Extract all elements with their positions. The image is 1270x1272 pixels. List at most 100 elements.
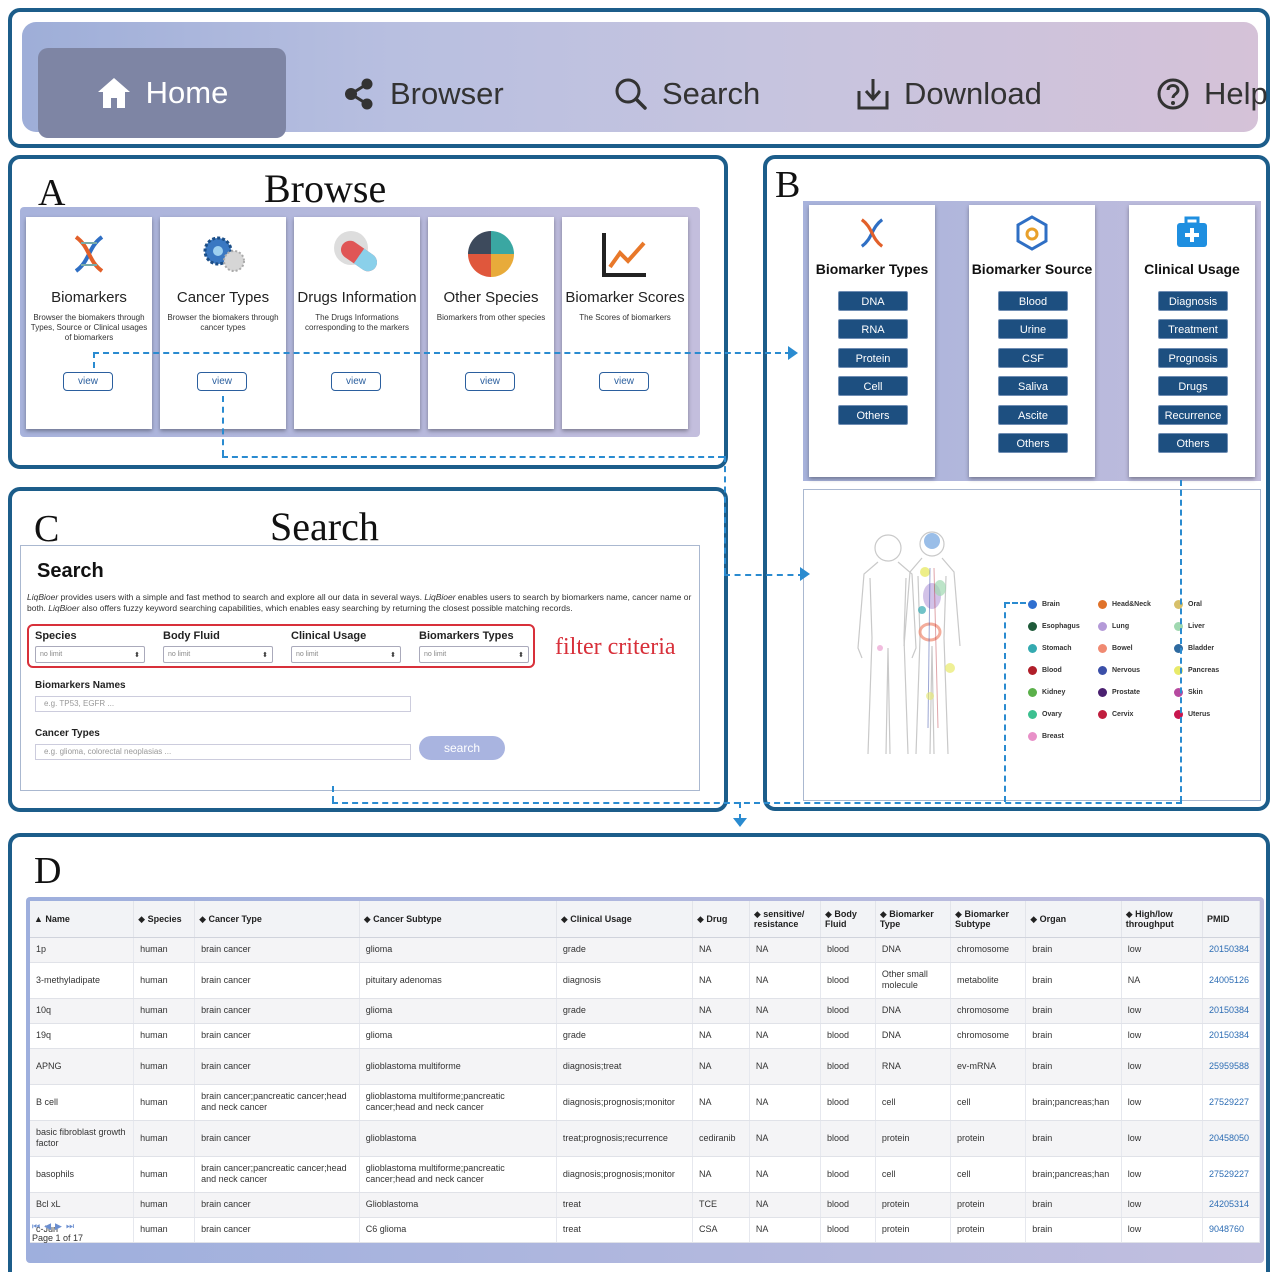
- legend-blood[interactable]: Blood: [1028, 666, 1062, 675]
- source-blood-button[interactable]: Blood: [998, 291, 1068, 311]
- table-cell: brain: [1025, 998, 1122, 1024]
- clinical-usage-select[interactable]: no limit ⬍: [291, 646, 401, 663]
- column-header[interactable]: PMID: [1202, 901, 1260, 938]
- table-row[interactable]: 1p human brain cancer glioma grade NA NA blood D…: [30, 937, 1260, 963]
- usage-prognosis-button[interactable]: Prognosis: [1158, 348, 1228, 368]
- legend-brain[interactable]: Brain: [1028, 600, 1060, 609]
- column-header[interactable]: ◆ Species: [133, 901, 196, 938]
- legend-prostate[interactable]: Prostate: [1098, 688, 1140, 697]
- table-row[interactable]: c-Jun human brain cancer C6 glioma treat CSA N…: [30, 1217, 1260, 1243]
- legend-kidney[interactable]: Kidney: [1028, 688, 1065, 697]
- legend-bowel[interactable]: Bowel: [1098, 644, 1133, 653]
- legend-oral[interactable]: Oral: [1174, 600, 1202, 609]
- pmid-link[interactable]: 24005126: [1202, 962, 1260, 999]
- view-button[interactable]: view: [197, 372, 247, 391]
- table-row[interactable]: 19q human brain cancer glioma grade NA NA blood…: [30, 1023, 1260, 1049]
- column-header[interactable]: ◆ High/low throughput: [1121, 901, 1204, 938]
- nav-download[interactable]: Download: [856, 48, 1042, 140]
- legend-ovary[interactable]: Ovary: [1028, 710, 1062, 719]
- legend-head-neck[interactable]: Head&Neck: [1098, 600, 1151, 609]
- source-urine-button[interactable]: Urine: [998, 319, 1068, 339]
- nav-help[interactable]: Help: [1156, 48, 1268, 140]
- legend-stomach[interactable]: Stomach: [1028, 644, 1072, 653]
- usage-diagnosis-button[interactable]: Diagnosis: [1158, 291, 1228, 311]
- column-header[interactable]: ◆ Organ: [1025, 901, 1122, 938]
- view-button[interactable]: view: [331, 372, 381, 391]
- pmid-link[interactable]: 20150384: [1202, 998, 1260, 1024]
- pmid-link[interactable]: 9048760: [1202, 1217, 1260, 1243]
- pmid-link[interactable]: 25959588: [1202, 1048, 1260, 1085]
- pmid-link[interactable]: 27529227: [1202, 1084, 1260, 1121]
- type-dna-button[interactable]: DNA: [838, 291, 908, 311]
- table-row[interactable]: 10q human brain cancer glioma grade NA NA blood…: [30, 998, 1260, 1024]
- column-header[interactable]: ◆ Drug: [692, 901, 750, 938]
- table-body: 1p human brain cancer glioma grade NA NA blood D…: [30, 937, 1260, 1243]
- table-cell: human: [133, 1084, 196, 1121]
- source-csf-button[interactable]: CSF: [998, 348, 1068, 368]
- column-header[interactable]: ▲ Name: [30, 901, 135, 938]
- table-row[interactable]: 3-methyladipate human brain cancer pituitar…: [30, 962, 1260, 999]
- table-row[interactable]: basophils human brain cancer;pancreatic ca…: [30, 1156, 1260, 1193]
- species-select[interactable]: no limit ⬍: [35, 646, 145, 663]
- search-button[interactable]: search: [419, 736, 505, 760]
- pmid-link[interactable]: 20150384: [1202, 937, 1260, 963]
- table-row[interactable]: basic fibroblast growth factor human brain…: [30, 1120, 1260, 1157]
- legend-skin[interactable]: Skin: [1174, 688, 1203, 697]
- view-button[interactable]: view: [63, 372, 113, 391]
- search-form: Search LiqBioer provides users with a si…: [20, 545, 700, 791]
- table-cell: protein: [950, 1192, 1027, 1218]
- type-cell-button[interactable]: Cell: [838, 376, 908, 396]
- view-button[interactable]: view: [465, 372, 515, 391]
- type-protein-button[interactable]: Protein: [838, 348, 908, 368]
- legend-nervous[interactable]: Nervous: [1098, 666, 1140, 675]
- biomarkers-names-input[interactable]: e.g. TP53, EGFR ...: [35, 696, 411, 712]
- first-page-icon[interactable]: ⏮: [32, 1221, 40, 1232]
- human-body-illustration[interactable]: [850, 528, 970, 760]
- column-header[interactable]: ◆ Biomarker Type: [875, 901, 952, 938]
- usage-recurrence-button[interactable]: Recurrence: [1158, 405, 1228, 425]
- legend-lung[interactable]: Lung: [1098, 622, 1129, 631]
- table-row[interactable]: Bcl xL human brain cancer Glioblastoma treat…: [30, 1192, 1260, 1218]
- pmid-link[interactable]: 27529227: [1202, 1156, 1260, 1193]
- usage-treatment-button[interactable]: Treatment: [1158, 319, 1228, 339]
- table-cell: chromosome: [950, 998, 1027, 1024]
- pmid-link[interactable]: 20458050: [1202, 1120, 1260, 1157]
- column-header[interactable]: ◆ Cancer Subtype: [359, 901, 557, 938]
- nav-help-label: Help: [1204, 76, 1268, 111]
- next-page-icon[interactable]: ▶: [55, 1221, 62, 1232]
- cancer-types-input[interactable]: e.g. glioma, colorectal neoplasias ...: [35, 744, 411, 760]
- source-ascite-button[interactable]: Ascite: [998, 405, 1068, 425]
- column-header[interactable]: ◆ Cancer Type: [194, 901, 360, 938]
- body-fluid-select[interactable]: no limit ⬍: [163, 646, 273, 663]
- usage-drugs-button[interactable]: Drugs: [1158, 376, 1228, 396]
- type-others-button[interactable]: Others: [838, 405, 908, 425]
- prev-page-icon[interactable]: ◀: [44, 1221, 51, 1232]
- column-header[interactable]: ◆ Biomarker Subtype: [950, 901, 1027, 938]
- view-button[interactable]: view: [599, 372, 649, 391]
- connector-line: [93, 352, 791, 354]
- legend-liver[interactable]: Liver: [1174, 622, 1205, 631]
- type-rna-button[interactable]: RNA: [838, 319, 908, 339]
- nav-search[interactable]: Search: [614, 48, 760, 140]
- legend-cervix[interactable]: Cervix: [1098, 710, 1133, 719]
- column-header[interactable]: ◆ Body Fluid: [820, 901, 876, 938]
- table-row[interactable]: B cell human brain cancer;pancreatic cance…: [30, 1084, 1260, 1121]
- usage-others-button[interactable]: Others: [1158, 433, 1228, 453]
- panel-b-letter: B: [775, 164, 801, 206]
- filter-biomarkers-types: Biomarkers Types no limit ⬍: [419, 630, 529, 663]
- biomarkers-types-select[interactable]: no limit ⬍: [419, 646, 529, 663]
- legend-breast[interactable]: Breast: [1028, 732, 1064, 741]
- nav-home[interactable]: Home: [38, 48, 286, 138]
- filter-label: Body Fluid: [163, 630, 220, 642]
- column-header[interactable]: ◆ Clinical Usage: [556, 901, 693, 938]
- column-header[interactable]: ◆ sensitive/ resistance: [749, 901, 822, 938]
- legend-esophagus[interactable]: Esophagus: [1028, 622, 1080, 631]
- pmid-link[interactable]: 20150384: [1202, 1023, 1260, 1049]
- last-page-icon[interactable]: ⏭: [66, 1221, 74, 1232]
- table-cell: brain cancer: [194, 1023, 360, 1049]
- nav-browser[interactable]: Browser: [342, 48, 504, 140]
- source-others-button[interactable]: Others: [998, 433, 1068, 453]
- table-row[interactable]: APNG human brain cancer glioblastoma multif…: [30, 1048, 1260, 1085]
- source-saliva-button[interactable]: Saliva: [998, 376, 1068, 396]
- pmid-link[interactable]: 24205314: [1202, 1192, 1260, 1218]
